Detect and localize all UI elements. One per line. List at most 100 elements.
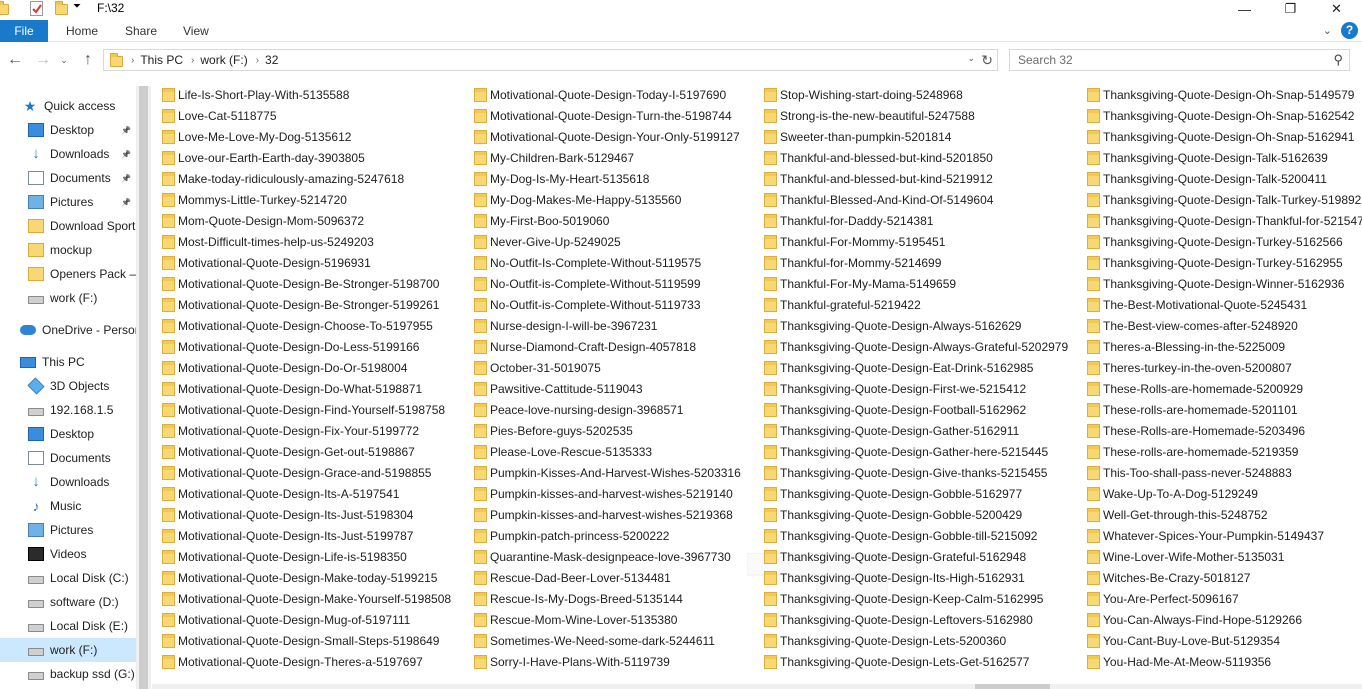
folder-item[interactable]: Nurse-Diamond-Craft-Design-4057818 <box>474 336 696 357</box>
folder-item[interactable]: Theres-turkey-in-the-oven-5200807 <box>1087 357 1292 378</box>
folder-item[interactable]: Motivational-Quote-Design-Choose-To-5197… <box>162 315 433 336</box>
nav-item[interactable]: Desktop <box>0 422 150 446</box>
folder-item[interactable]: My-Dog-Makes-Me-Happy-5135560 <box>474 189 681 210</box>
folder-item[interactable]: No-Outfit-Is-Complete-Without-5119575 <box>474 252 701 273</box>
folder-item[interactable]: Motivational-Quote-Design-Make-today-519… <box>162 567 437 588</box>
file-list-horizontal-scrollbar[interactable] <box>152 684 1362 689</box>
properties-checklist-icon[interactable] <box>30 1 43 16</box>
folder-item[interactable]: Motivational-Quote-Design-Theres-a-51976… <box>162 651 423 672</box>
folder-item[interactable]: Sweeter-than-pumpkin-5201814 <box>764 126 951 147</box>
folder-item[interactable]: Motivational-Quote-Design-Its-Just-51997… <box>162 525 413 546</box>
scrollbar-thumb[interactable] <box>975 684 1050 689</box>
address-bar[interactable]: › This PC › work (F:) › 32 ⌄ ↻ <box>103 49 998 71</box>
folder-item[interactable]: Nurse-design-I-will-be-3967231 <box>474 315 657 336</box>
folder-item[interactable]: These-rolls-are-homemade-5201101 <box>1087 399 1298 420</box>
folder-item[interactable]: My-First-Boo-5019060 <box>474 210 609 231</box>
folder-item[interactable]: Motivational-Quote-Design-Its-Just-51983… <box>162 504 413 525</box>
folder-item[interactable]: Thanksgiving-Quote-Design-Turkey-5162955 <box>1087 252 1343 273</box>
folder-item[interactable]: Life-Is-Short-Play-With-5135588 <box>162 84 349 105</box>
back-button[interactable]: ← <box>5 49 25 71</box>
folder-item[interactable]: Thanksgiving-Quote-Design-Oh-Snap-514957… <box>1087 84 1354 105</box>
folder-item[interactable]: Pawsitive-Cattitude-5119043 <box>474 378 643 399</box>
folder-item[interactable]: Motivational-Quote-Design-Grace-and-5198… <box>162 462 431 483</box>
nav-item[interactable]: This PC <box>0 350 150 374</box>
folder-item[interactable]: My-Children-Bark-5129467 <box>474 147 634 168</box>
folder-item[interactable]: Thanksgiving-Quote-Design-Gather-5162911 <box>764 420 1019 441</box>
folder-item[interactable]: Thanksgiving-Quote-Design-Its-High-51629… <box>764 567 1025 588</box>
search-icon[interactable]: ⚲ <box>1333 52 1343 68</box>
folder-item[interactable]: Thanksgiving-Quote-Design-Talk-5200411 <box>1087 168 1327 189</box>
help-icon[interactable]: ? <box>1341 22 1358 39</box>
up-button[interactable]: ↑ <box>78 49 98 71</box>
folder-item[interactable]: Pumpkin-Kisses-And-Harvest-Wishes-520331… <box>474 462 741 483</box>
folder-item[interactable]: Mom-Quote-Design-Mom-5096372 <box>162 210 364 231</box>
breadcrumb-this-pc[interactable]: This PC <box>140 53 183 67</box>
folder-item[interactable]: Thanksgiving-Quote-Design-Oh-Snap-516254… <box>1087 105 1354 126</box>
maximize-button[interactable]: ❐ <box>1268 0 1313 18</box>
folder-item[interactable]: Motivational-Quote-Design-Your-Only-5199… <box>474 126 740 147</box>
folder-item[interactable]: Most-Difficult-times-help-us-5249203 <box>162 231 374 252</box>
folder-item[interactable]: Stop-Wishing-start-doing-5248968 <box>764 84 963 105</box>
folder-item[interactable]: Thanksgiving-Quote-Design-Oh-Snap-516294… <box>1087 126 1354 147</box>
folder-item[interactable]: Thanksgiving-Quote-Design-Gobble-5200429 <box>764 504 1022 525</box>
folder-item[interactable]: Thankful-For-My-Mama-5149659 <box>764 273 956 294</box>
folder-item[interactable]: Mommys-Little-Turkey-5214720 <box>162 189 347 210</box>
folder-item[interactable]: Thankful-and-blessed-but-kind-5201850 <box>764 147 993 168</box>
nav-item[interactable]: Documents <box>0 446 150 470</box>
folder-item[interactable]: Rescue-Mom-Wine-Lover-5135380 <box>474 609 677 630</box>
nav-item[interactable]: Pictures 📌 <box>0 190 150 214</box>
folder-item[interactable]: October-31-5019075 <box>474 357 601 378</box>
folder-item[interactable]: Motivational-Quote-Design-Make-Yourself-… <box>162 588 451 609</box>
folder-item[interactable]: Pumpkin-kisses-and-harvest-wishes-521914… <box>474 483 733 504</box>
folder-item[interactable]: Motivational-Quote-Design-Do-Less-519916… <box>162 336 419 357</box>
folder-item[interactable]: Motivational-Quote-Design-Do-What-519887… <box>162 378 422 399</box>
folder-item[interactable]: Motivational-Quote-Design-Its-A-5197541 <box>162 483 399 504</box>
folder-item[interactable]: Pumpkin-kisses-and-harvest-wishes-521936… <box>474 504 733 525</box>
folder-item[interactable]: Motivational-Quote-Design-5196931 <box>162 252 371 273</box>
recent-locations-button[interactable]: ⌄ <box>54 49 74 71</box>
folder-item[interactable]: No-Outfit-is-Complete-Without-5119599 <box>474 273 701 294</box>
nav-item[interactable]: Videos <box>0 542 150 566</box>
folder-item[interactable]: Motivational-Quote-Design-Life-is-519835… <box>162 546 407 567</box>
folder-item[interactable]: These-Rolls-are-Homemade-5203496 <box>1087 420 1305 441</box>
search-input[interactable]: Search 32 ⚲ <box>1009 49 1350 71</box>
nav-item[interactable]: Documents 📌 <box>0 166 150 190</box>
folder-item[interactable]: Thanksgiving-Quote-Design-Grateful-51629… <box>764 546 1026 567</box>
folder-item[interactable]: Thanksgiving-Quote-Design-Gobble-5162977 <box>764 483 1022 504</box>
folder-item[interactable]: Thanksgiving-Quote-Design-Lets-Get-51625… <box>764 651 1029 672</box>
nav-item[interactable]: OneDrive - Persor <box>0 318 150 342</box>
folder-item[interactable]: You-Are-Perfect-5096167 <box>1087 588 1239 609</box>
address-dropdown-icon[interactable]: ⌄ <box>967 53 975 64</box>
folder-item[interactable]: Motivational-Quote-Design-Do-Or-5198004 <box>162 357 407 378</box>
folder-item[interactable]: These-Rolls-are-homemade-5200929 <box>1087 378 1303 399</box>
folder-item[interactable]: Wine-Lover-Wife-Mother-5135031 <box>1087 546 1284 567</box>
folder-item[interactable]: You-Had-Me-At-Meow-5119356 <box>1087 651 1271 672</box>
expand-ribbon-icon[interactable]: ⌄ <box>1323 24 1332 37</box>
folder-item[interactable]: Thankful-Blessed-And-Kind-Of-5149604 <box>764 189 993 210</box>
folder-item[interactable]: Thanksgiving-Quote-Design-Eat-Drink-5162… <box>764 357 1033 378</box>
folder-item[interactable]: Motivational-Quote-Design-Be-Stronger-51… <box>162 273 439 294</box>
folder-item[interactable]: Thanksgiving-Quote-Design-Always-5162629 <box>764 315 1021 336</box>
folder-item[interactable]: Thanksgiving-Quote-Design-First-we-52154… <box>764 378 1026 399</box>
folder-item[interactable]: Thanksgiving-Quote-Design-Gobble-till-52… <box>764 525 1037 546</box>
folder-item[interactable]: Thanksgiving-Quote-Design-Lets-5200360 <box>764 630 1006 651</box>
folder-item[interactable]: Wake-Up-To-A-Dog-5129249 <box>1087 483 1258 504</box>
folder-item[interactable]: Thanksgiving-Quote-Design-Turkey-5162566 <box>1087 231 1343 252</box>
folder-item[interactable]: Thanksgiving-Quote-Design-Talk-Turkey-51… <box>1087 189 1362 210</box>
folder-item[interactable]: These-rolls-are-homemade-5219359 <box>1087 441 1298 462</box>
nav-item[interactable]: software (D:) <box>0 590 150 614</box>
nav-item[interactable]: 192.168.1.5 <box>0 398 150 422</box>
nav-item[interactable]: Download Sport <box>0 214 150 238</box>
tab-view[interactable]: View <box>183 20 209 42</box>
folder-item[interactable]: Thanksgiving-Quote-Design-Talk-5162639 <box>1087 147 1328 168</box>
nav-item[interactable]: work (F:) <box>0 638 150 662</box>
folder-item[interactable]: This-Too-shall-pass-never-5248883 <box>1087 462 1292 483</box>
folder-item[interactable]: Love-Cat-5118775 <box>162 105 277 126</box>
nav-item[interactable]: ♪ Music <box>0 494 150 518</box>
folder-item[interactable]: Peace-love-nursing-design-3968571 <box>474 399 683 420</box>
nav-item[interactable]: ↓ Downloads <box>0 470 150 494</box>
folder-item[interactable]: Love-our-Earth-Earth-day-3903805 <box>162 147 365 168</box>
folder-item[interactable]: Thankful-grateful-5219422 <box>764 294 921 315</box>
folder-item[interactable]: Thanksgiving-Quote-Design-Football-51629… <box>764 399 1026 420</box>
folder-item[interactable]: Thankful-for-Mommy-5214699 <box>764 252 941 273</box>
